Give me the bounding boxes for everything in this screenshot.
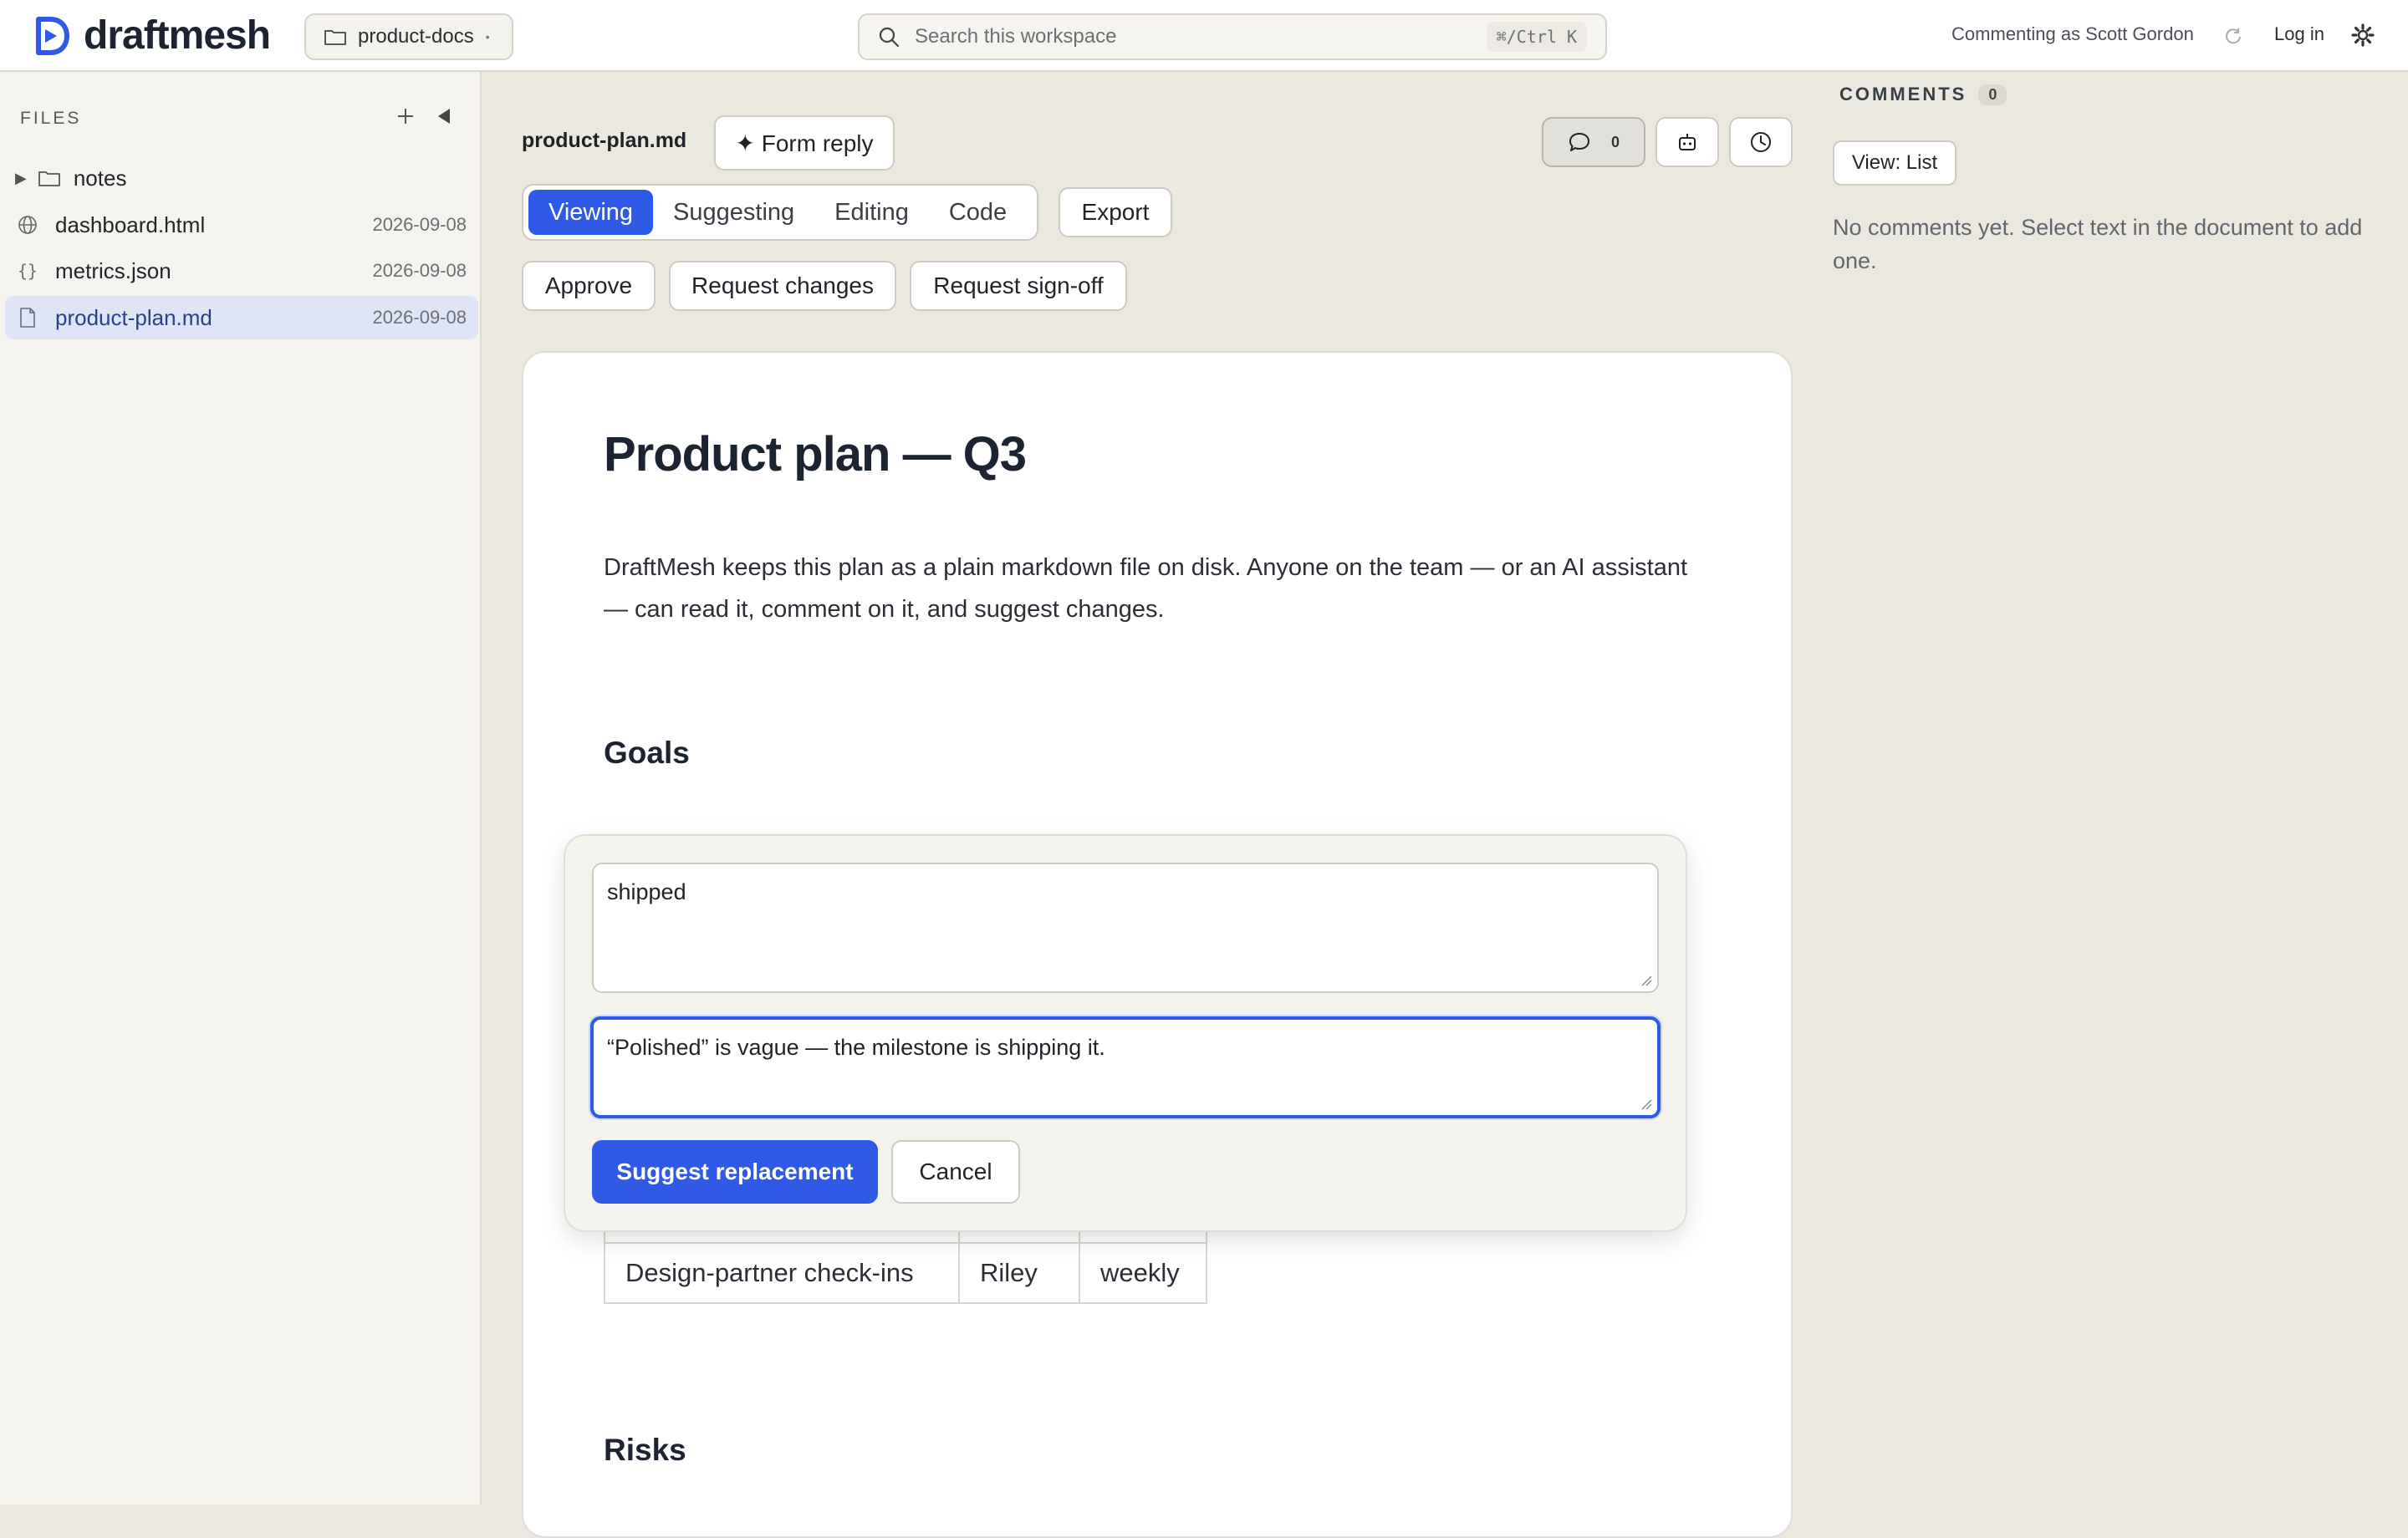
history-button[interactable]: [1729, 117, 1793, 167]
document-title: Product plan — Q3: [604, 427, 1027, 481]
workspace-name: product-docs: [358, 25, 474, 48]
table-row: Design-partner check-ins Riley weekly: [604, 1242, 1207, 1304]
table-cell: Riley: [958, 1242, 1080, 1304]
robot-icon: [1679, 134, 1696, 150]
add-file-icon[interactable]: [393, 104, 418, 129]
sidebar-item-product-plan[interactable]: product-plan.md 2026-09-08: [5, 296, 478, 339]
sidebar-item-dashboard[interactable]: dashboard.html 2026-09-08: [5, 203, 478, 247]
document-icon: [17, 307, 38, 328]
sidebar-item-label: metrics.json: [55, 257, 171, 283]
comments-count-badge: 0: [1978, 84, 2008, 105]
approve-button[interactable]: Approve: [522, 261, 656, 311]
sidebar-item-label: product-plan.md: [55, 304, 212, 330]
resize-grip-icon[interactable]: [1639, 973, 1652, 986]
search-input[interactable]: Search this workspace: [915, 25, 1487, 48]
chevron-down-icon: •: [485, 30, 490, 43]
commenting-as-label: Commenting as Scott Gordon: [1951, 23, 2194, 44]
sidebar-item-notes[interactable]: ▶ notes: [5, 156, 478, 200]
sidebar-item-label: notes: [73, 165, 127, 191]
top-bar: draftmesh product-docs • Search this wor…: [0, 0, 2408, 72]
form-reply-button[interactable]: ✦ Form reply: [714, 115, 895, 171]
file-date: 2026-09-08: [372, 260, 467, 281]
workspace-selector[interactable]: product-docs •: [304, 13, 513, 60]
collapse-sidebar-icon[interactable]: [433, 105, 455, 127]
search-shortcut: ⌘/Ctrl K: [1486, 22, 1587, 52]
mode-switcher: Viewing Suggesting Editing Code: [522, 184, 1038, 241]
login-link[interactable]: Log in: [2274, 23, 2324, 45]
search-icon: [879, 27, 900, 48]
empty-comments-message: No comments yet. Select text in the docu…: [1833, 215, 2363, 273]
sidebar-item-label: dashboard.html: [55, 211, 206, 237]
export-button[interactable]: Export: [1059, 187, 1172, 237]
replacement-text-value: shipped: [607, 879, 686, 904]
file-date: 2026-09-08: [372, 307, 467, 328]
view-list-button[interactable]: View: List: [1833, 140, 1956, 186]
brand-name: draftmesh: [84, 13, 271, 58]
globe-icon: [17, 214, 38, 236]
comment-count: 0: [1610, 133, 1620, 150]
comments-heading: COMMENTS 0: [1839, 84, 2008, 105]
file-date: 2026-09-08: [372, 214, 467, 235]
table-cell: weekly: [1079, 1242, 1207, 1304]
risks-heading: Risks: [604, 1433, 686, 1467]
folder-icon: [38, 171, 60, 186]
files-heading: FILES: [20, 109, 82, 128]
document-filename: product-plan.md: [522, 129, 687, 152]
comments-toggle-button[interactable]: 0: [1542, 117, 1645, 167]
document-intro: DraftMesh keeps this plan as a plain mar…: [604, 554, 1688, 623]
comments-heading-label: COMMENTS: [1839, 84, 1967, 104]
suggestion-reason-input[interactable]: “Polished” is vague — the milestone is s…: [590, 1016, 1661, 1118]
sync-icon: [2226, 28, 2241, 44]
folder-icon: [324, 30, 346, 45]
request-signoff-button[interactable]: Request sign-off: [910, 261, 1127, 311]
brand-logo[interactable]: draftmesh: [33, 13, 271, 58]
goals-heading: Goals: [604, 736, 690, 770]
cancel-button[interactable]: Cancel: [891, 1140, 1020, 1204]
ai-assistant-button[interactable]: [1656, 117, 1719, 167]
tab-suggesting[interactable]: Suggesting: [653, 190, 814, 235]
request-changes-button[interactable]: Request changes: [669, 261, 896, 311]
expand-caret-icon[interactable]: ▶: [15, 170, 27, 187]
sidebar-item-metrics[interactable]: {} metrics.json 2026-09-08: [5, 249, 478, 293]
tab-editing[interactable]: Editing: [814, 190, 929, 235]
resize-grip-icon[interactable]: [1639, 1097, 1652, 1110]
gear-icon[interactable]: [2351, 23, 2375, 47]
table-cell: Design-partner check-ins: [604, 1242, 960, 1304]
search-bar[interactable]: Search this workspace ⌘/Ctrl K: [858, 13, 1607, 60]
replacement-text-input[interactable]: shipped: [592, 863, 1659, 993]
clock-icon: [1751, 132, 1771, 152]
suggestion-reason-value: “Polished” is vague — the milestone is s…: [607, 1035, 1105, 1060]
draftmesh-logo-icon: [36, 17, 69, 55]
tab-viewing[interactable]: Viewing: [528, 190, 654, 235]
suggest-replacement-button[interactable]: Suggest replacement: [592, 1140, 878, 1204]
json-braces-icon: {}: [17, 261, 38, 281]
tab-code[interactable]: Code: [929, 190, 1027, 235]
comment-bubble-icon: [1569, 133, 1589, 151]
files-sidebar: FILES ▶ notes dashboard.html 2026-09-08 …: [0, 72, 482, 1505]
